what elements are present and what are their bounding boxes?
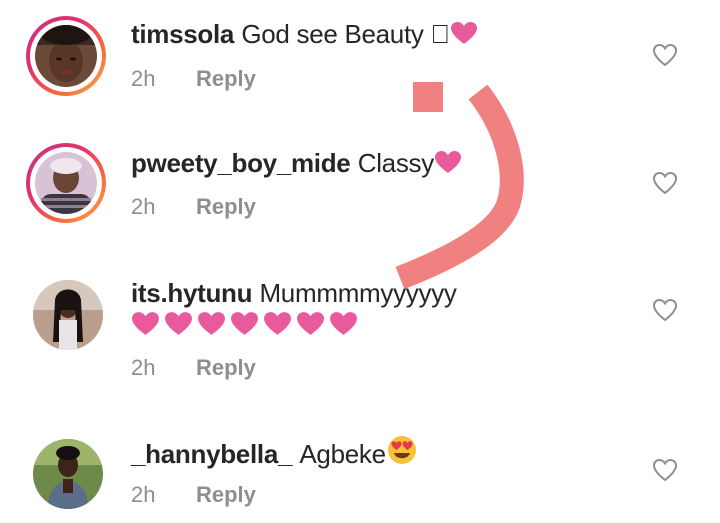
- pink-heart-emoji: [450, 21, 478, 51]
- reply-button[interactable]: Reply: [196, 355, 256, 380]
- avatar-story-ring[interactable]: [26, 16, 106, 96]
- reply-button[interactable]: Reply: [196, 66, 256, 91]
- comment-username[interactable]: _hannybella_: [131, 439, 292, 469]
- pink-hearts-row: [131, 311, 362, 341]
- avatar[interactable]: [33, 439, 103, 509]
- comment-username[interactable]: timssola: [131, 19, 234, 49]
- comment-username[interactable]: pweety_boy_mide: [131, 148, 351, 178]
- comment-text: Agbeke: [299, 439, 386, 469]
- reply-button[interactable]: Reply: [196, 194, 256, 219]
- comment-timestamp: 2h: [131, 482, 156, 507]
- comment-text: Classy: [357, 148, 435, 178]
- comment-username[interactable]: its.hytunu: [131, 278, 253, 308]
- avatar-story-ring[interactable]: [26, 143, 106, 223]
- heart-outline-icon[interactable]: [652, 458, 678, 482]
- reply-button[interactable]: Reply: [196, 482, 256, 507]
- avatar[interactable]: [33, 280, 103, 350]
- pink-heart-emoji: [434, 150, 462, 180]
- avatar: [35, 25, 97, 87]
- comment-text: Mummmmyyyyyy: [259, 278, 457, 308]
- comment-timestamp: 2h: [131, 66, 156, 91]
- comment-timestamp: 2h: [131, 194, 156, 219]
- comment-text: God see Beauty  : [241, 19, 450, 49]
- heart-outline-icon[interactable]: [652, 298, 678, 322]
- heart-eyes-face-emoji: [386, 435, 418, 471]
- avatar: [35, 152, 97, 214]
- heart-outline-icon[interactable]: [652, 43, 678, 67]
- heart-outline-icon[interactable]: [652, 171, 678, 195]
- comment-timestamp: 2h: [131, 355, 156, 380]
